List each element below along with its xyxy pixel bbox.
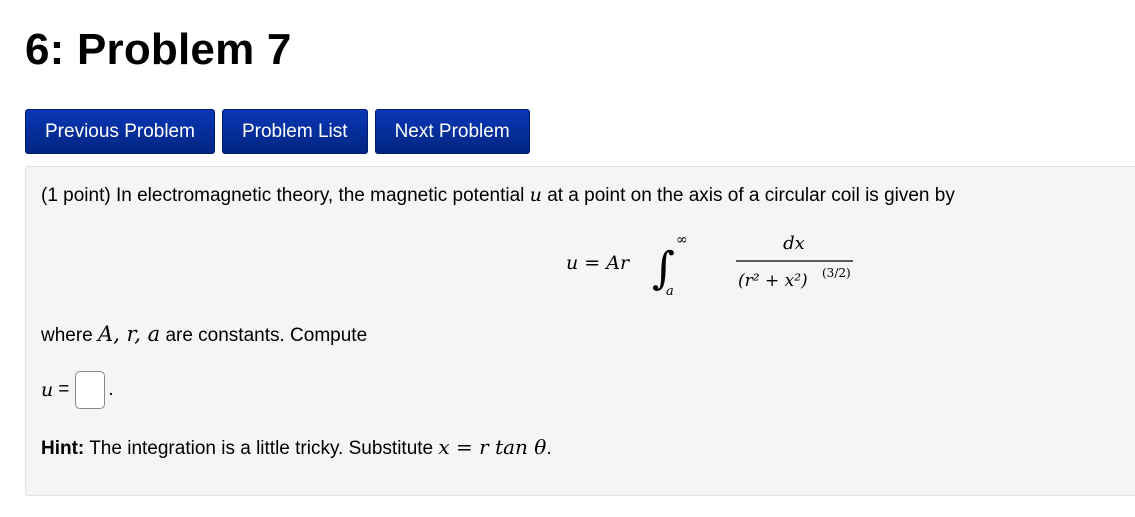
fraction-denominator: (r² + x²) xyxy=(738,271,808,291)
answer-period: . xyxy=(108,379,114,400)
constants-statement: where A, r, a are constants. Compute xyxy=(41,322,367,347)
previous-problem-button[interactable]: Previous Problem xyxy=(25,109,215,154)
answer-label: u xyxy=(41,379,54,401)
answer-input[interactable] xyxy=(75,371,106,409)
variable-u: u xyxy=(529,184,542,206)
hint-period: . xyxy=(546,438,552,459)
problem-intro: (1 point) In electromagnetic theory, the… xyxy=(41,184,955,207)
constants-list: A, r, a xyxy=(98,322,161,346)
intro-text: In electromagnetic theory, the magnetic … xyxy=(115,185,525,206)
answer-row: u = . xyxy=(41,371,114,409)
where-text-end: are constants. Compute xyxy=(165,325,368,346)
hint-label: Hint: xyxy=(41,438,85,459)
hint-substitution: x = r tan θ xyxy=(438,435,547,459)
points-label: (1 point) xyxy=(41,185,111,206)
where-text: where xyxy=(41,325,93,346)
problem-body: (1 point) In electromagnetic theory, the… xyxy=(25,166,1135,496)
integral-upper-limit: ∞ xyxy=(676,232,688,248)
hint-body: The integration is a little tricky. Subs… xyxy=(89,438,434,459)
hint-text: Hint: The integration is a little tricky… xyxy=(41,435,552,460)
fraction-numerator: dx xyxy=(783,233,805,254)
intro-text-end: at a point on the axis of a circular coi… xyxy=(547,185,955,206)
problem-list-button[interactable]: Problem List xyxy=(221,109,368,154)
potential-equation: u = Ar ∫ ∞ a dx (r² + x²) (3/2) xyxy=(566,232,853,299)
problem-navigation: Previous Problem Problem List Next Probl… xyxy=(25,109,530,154)
integral-lower-limit: a xyxy=(666,284,674,299)
page-title: 6: Problem 7 xyxy=(25,25,292,74)
answer-equals: = xyxy=(58,379,70,400)
denominator-exponent: (3/2) xyxy=(822,266,851,280)
equation-lhs: u = Ar xyxy=(566,252,631,274)
next-problem-button[interactable]: Next Problem xyxy=(374,109,530,154)
